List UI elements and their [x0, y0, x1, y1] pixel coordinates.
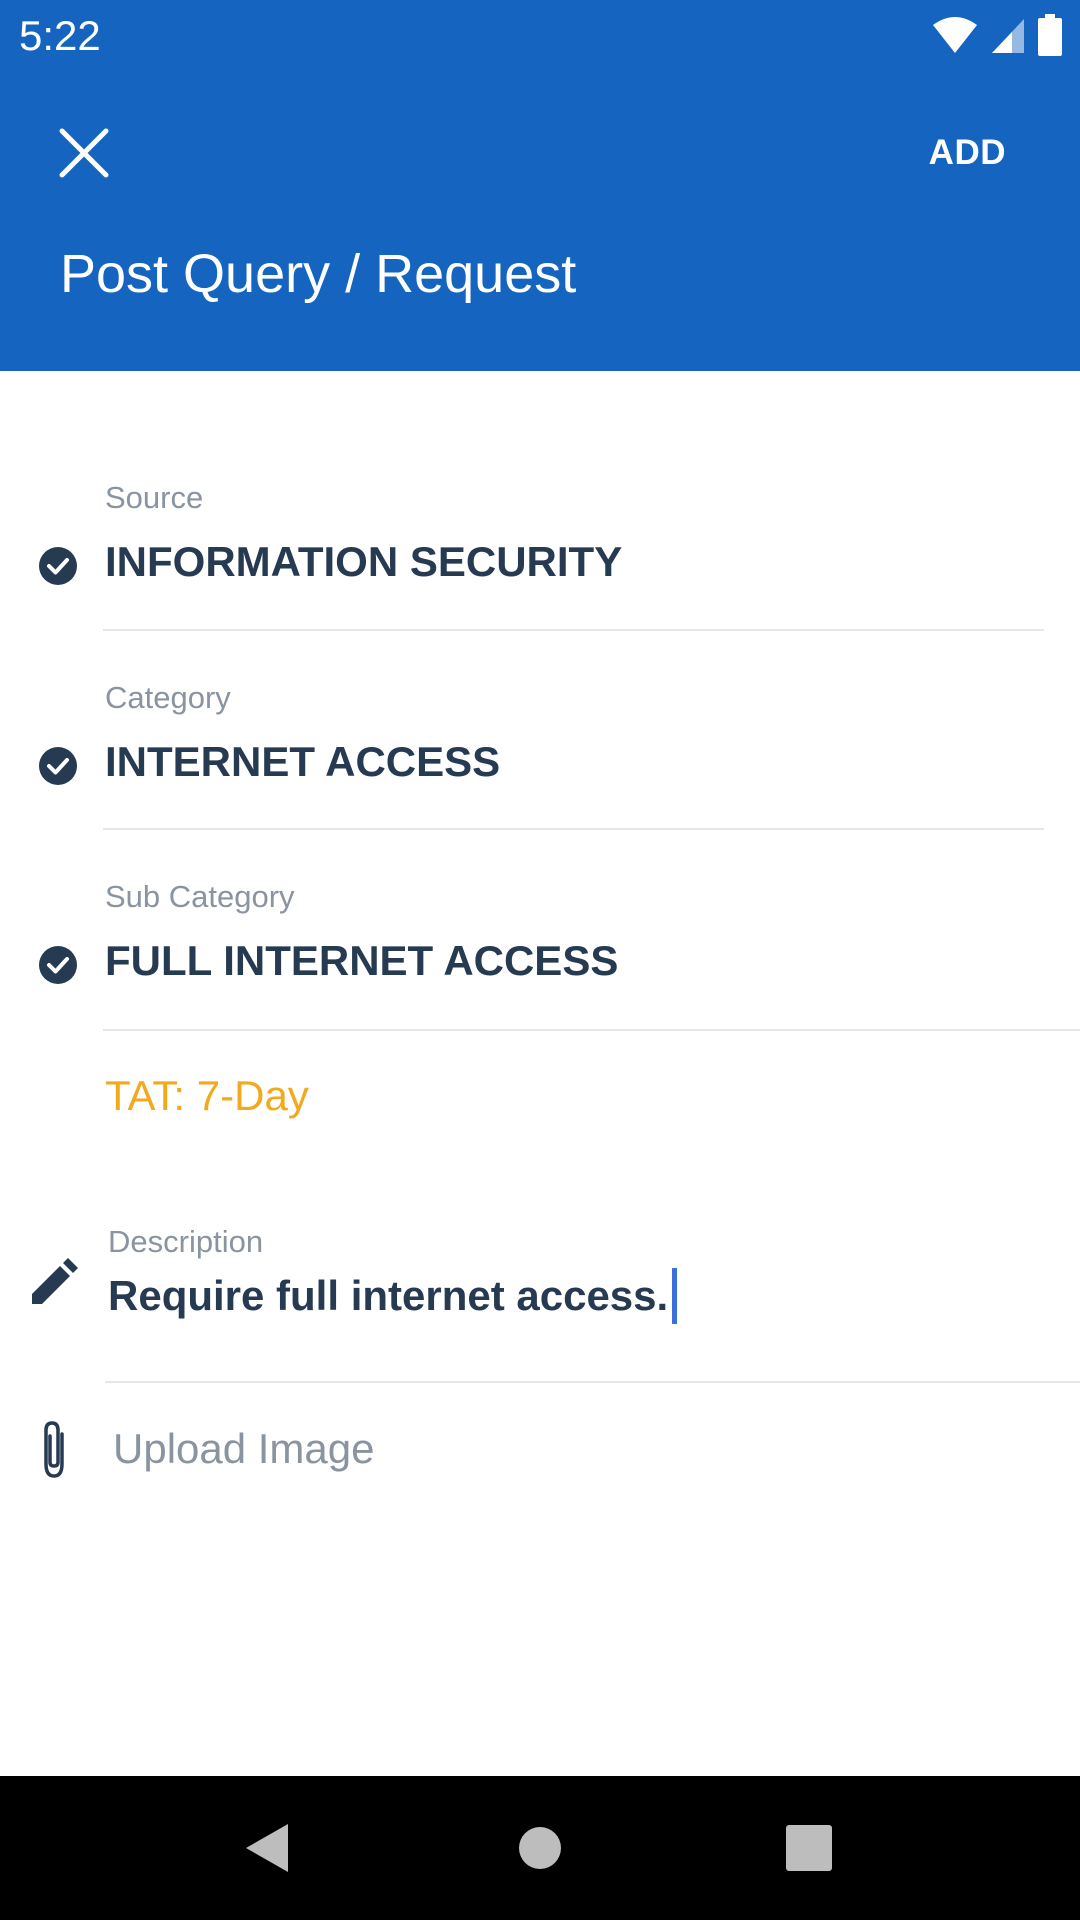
cellular-signal-icon	[992, 19, 1024, 53]
recents-icon[interactable]	[781, 1820, 837, 1876]
sub-category-field[interactable]: Sub Category FULL INTERNET ACCESS	[0, 869, 1080, 1033]
back-icon[interactable]	[240, 1820, 296, 1876]
divider	[103, 1029, 1080, 1031]
divider	[105, 1381, 1080, 1383]
source-value: INFORMATION SECURITY	[105, 538, 623, 585]
status-bar: 5:22	[0, 0, 1080, 73]
pencil-icon	[32, 1258, 78, 1304]
category-field[interactable]: Category INTERNET ACCESS	[0, 670, 1080, 832]
divider	[103, 828, 1044, 830]
home-icon[interactable]	[512, 1820, 568, 1876]
check-circle-icon	[39, 747, 77, 785]
wifi-icon	[933, 17, 977, 53]
category-value: INTERNET ACCESS	[105, 738, 501, 785]
navigation-bar	[0, 1776, 1080, 1920]
app-bar: ADD Post Query / Request	[0, 73, 1080, 371]
description-text: Require full internet access.	[108, 1272, 669, 1319]
paperclip-icon[interactable]	[34, 1420, 74, 1480]
screen: 5:22 ADD Post Query / Request Source INF…	[0, 0, 1080, 1920]
source-label: Source	[105, 480, 204, 515]
check-circle-icon	[39, 547, 77, 585]
status-time: 5:22	[19, 12, 101, 59]
status-icons	[932, 14, 1062, 56]
battery-icon	[1038, 14, 1062, 56]
sub-category-value: FULL INTERNET ACCESS	[105, 937, 619, 984]
page-title: Post Query / Request	[60, 244, 577, 304]
description-label: Description	[108, 1224, 264, 1259]
sub-category-label: Sub Category	[105, 879, 295, 914]
upload-image-button[interactable]: Upload Image	[113, 1425, 375, 1473]
description-input[interactable]: Require full internet access.	[108, 1268, 678, 1324]
tat-label: TAT: 7-Day	[105, 1072, 309, 1119]
close-button[interactable]	[56, 125, 112, 181]
close-icon	[59, 128, 109, 178]
divider	[103, 629, 1044, 631]
source-field[interactable]: Source INFORMATION SECURITY	[0, 470, 1080, 632]
add-button[interactable]: ADD	[929, 133, 1006, 173]
text-cursor	[672, 1268, 678, 1324]
check-circle-icon	[39, 946, 77, 984]
category-label: Category	[105, 680, 231, 715]
